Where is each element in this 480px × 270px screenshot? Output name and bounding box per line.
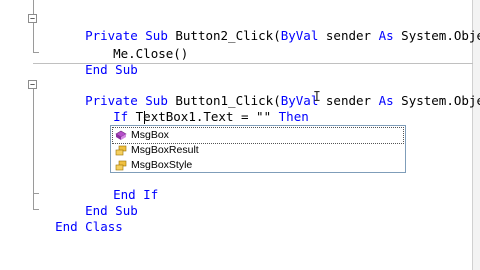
collapse-toggle[interactable]: − bbox=[28, 80, 37, 89]
ibeam-cursor-icon: I bbox=[313, 90, 321, 105]
outline-line bbox=[33, 89, 34, 193]
code-token: As bbox=[378, 93, 394, 108]
code-token: If bbox=[113, 109, 129, 124]
intellisense-popup[interactable]: MsgBox MsgBoxResult MsgBoxStyle bbox=[110, 125, 406, 173]
outline-line bbox=[33, 0, 34, 52]
code-token: End Class bbox=[55, 219, 123, 234]
outline-tick bbox=[33, 209, 39, 210]
editor-gutter bbox=[0, 0, 33, 270]
collapse-toggle[interactable]: − bbox=[28, 14, 37, 23]
code-token: sender bbox=[318, 93, 379, 108]
intellisense-item-label: MsgBox bbox=[131, 129, 169, 141]
code-token: Button2_Click( bbox=[175, 28, 281, 43]
code-line[interactable]: End Sub bbox=[70, 46, 138, 78]
code-line[interactable]: End Class bbox=[40, 203, 123, 235]
code-token: Then bbox=[278, 109, 309, 124]
class-outline-line bbox=[33, 193, 34, 209]
intellisense-item-msgboxresult[interactable]: MsgBoxResult bbox=[113, 143, 403, 158]
method-icon bbox=[115, 130, 127, 140]
intellisense-item-msgbox[interactable]: MsgBox bbox=[112, 127, 404, 144]
intellisense-item-msgboxstyle[interactable]: MsgBoxStyle bbox=[113, 158, 403, 173]
code-token: System.Object bbox=[401, 28, 480, 43]
outline-tick bbox=[33, 52, 39, 53]
code-token: End Sub bbox=[85, 62, 138, 77]
enum-icon bbox=[115, 145, 127, 156]
code-token: ByVal bbox=[280, 28, 319, 43]
code-token: sender bbox=[318, 28, 379, 43]
enum-icon bbox=[115, 160, 127, 171]
code-token: As bbox=[378, 28, 394, 43]
intellisense-item-label: MsgBoxStyle bbox=[131, 159, 193, 171]
intellisense-item-label: MsgBoxResult bbox=[131, 144, 199, 156]
text-caret bbox=[144, 111, 145, 124]
code-token: System.Object bbox=[401, 93, 480, 108]
